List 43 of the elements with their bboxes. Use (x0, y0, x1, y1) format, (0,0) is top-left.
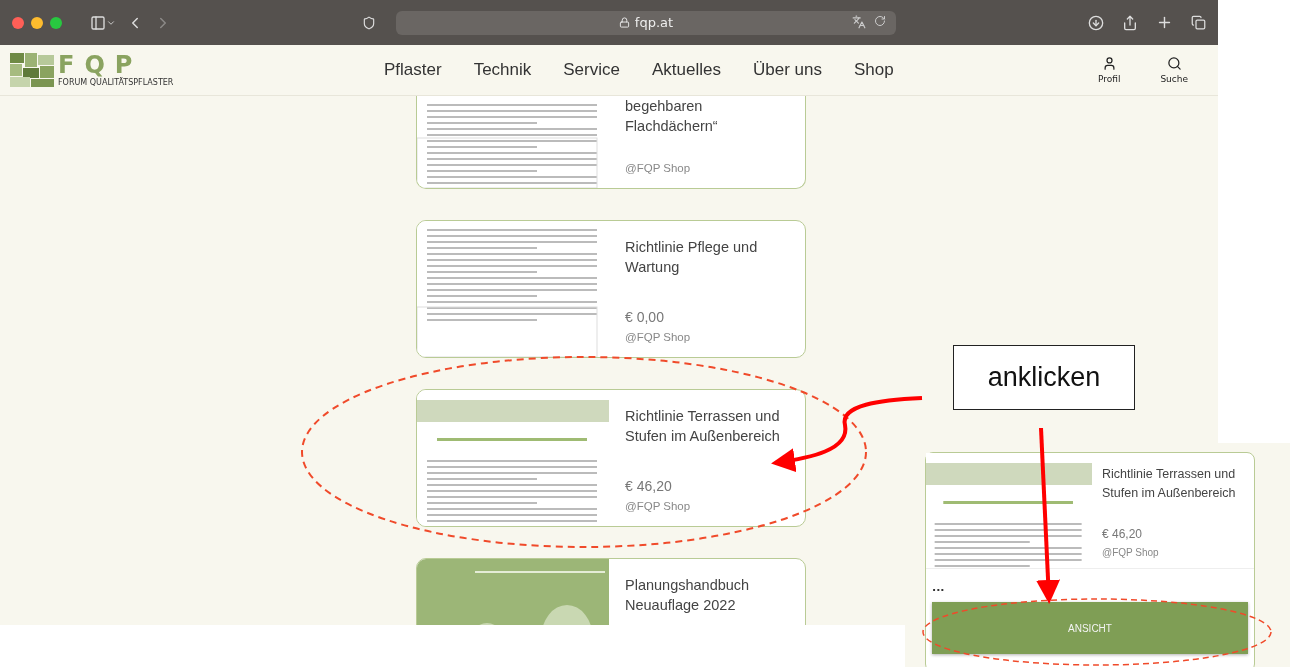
search-button[interactable]: Suche (1160, 56, 1188, 84)
nav-link[interactable]: Technik (473, 60, 532, 80)
shield-icon[interactable] (362, 15, 376, 30)
search-icon (1166, 56, 1182, 71)
share-button[interactable] (1122, 14, 1138, 31)
lock-icon (618, 17, 630, 28)
address-bar[interactable]: fqp.at (396, 10, 896, 35)
product-title[interactable]: Planungshandbuch Neuauflage 2022 (625, 575, 797, 615)
shop-label: @FQP Shop (625, 162, 692, 174)
url-text: fqp.at (634, 15, 674, 30)
profile-button[interactable]: Profil (1097, 56, 1121, 84)
product-price: € 0,00 (625, 309, 665, 325)
shop-label: @FQP Shop (625, 331, 692, 343)
product-title[interactable]: begehbaren Flachdächern“ (625, 96, 797, 136)
product-title[interactable]: Richtlinie Terrassen und Stufen im Außenbereich (1102, 465, 1252, 503)
product-card[interactable]: begehbaren Flachdächern“ @FQP Shop (416, 96, 806, 189)
sidebar-icon[interactable] (90, 14, 106, 31)
download-button[interactable] (1088, 14, 1104, 31)
close-icon[interactable] (12, 16, 24, 29)
nav-link[interactable]: Über uns (752, 60, 822, 80)
logo-icon[interactable] (10, 53, 54, 87)
product-card[interactable]: Richtlinie Pflege und Wartung € 0,00 @FQP Shop (416, 220, 806, 358)
product-card[interactable]: Richtlinie Terrassen und Stufen im Außenbereich € 46,20 @FQP Shop (416, 389, 806, 527)
user-icon (1101, 56, 1117, 71)
product-price: € 46,20 (625, 478, 673, 494)
nav-link[interactable]: Pflaster (384, 60, 442, 80)
product-price: € 46,20 (1102, 527, 1144, 541)
nav-link[interactable]: Aktuelles (651, 60, 721, 80)
product-card[interactable]: Planungshandbuch Neuauflage 2022 (416, 558, 806, 625)
nav-link[interactable]: Service (563, 60, 620, 80)
minimize-icon[interactable] (31, 16, 43, 29)
translate-icon[interactable] (852, 14, 866, 29)
reload-icon[interactable] (874, 14, 886, 27)
nav-link[interactable]: Shop (853, 60, 894, 80)
maximize-icon[interactable] (50, 16, 62, 29)
shop-label: @FQP Shop (625, 500, 692, 512)
callout-label: anklicken (953, 345, 1135, 410)
new-tab-button[interactable] (1156, 14, 1173, 31)
more-text: ... (931, 580, 946, 594)
shop-label: @FQP Shop (1102, 547, 1160, 558)
product-title[interactable]: Richtlinie Terrassen und Stufen im Außenbereich (625, 406, 797, 446)
tabs-button[interactable] (1191, 15, 1206, 30)
product-title[interactable]: Richtlinie Pflege und Wartung (625, 237, 797, 277)
